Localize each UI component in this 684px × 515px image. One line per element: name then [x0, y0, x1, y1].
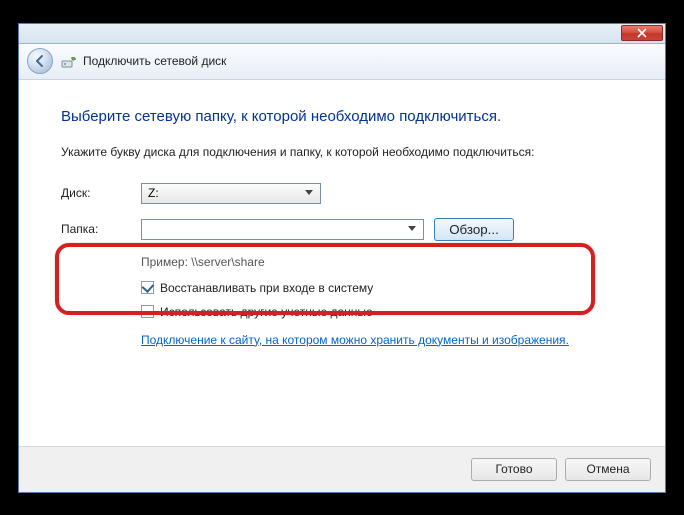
nav-title-group: Подключить сетевой диск — [61, 53, 226, 69]
titlebar — [19, 24, 665, 44]
back-arrow-icon — [33, 54, 47, 68]
drive-value: Z: — [148, 186, 159, 200]
othercreds-row: Использовать другие учетные данные — [141, 305, 623, 319]
nav-title: Подключить сетевой диск — [83, 54, 226, 68]
connect-website-link[interactable]: Подключение к сайту, на котором можно хр… — [141, 333, 566, 347]
othercreds-label: Использовать другие учетные данные — [160, 305, 373, 319]
cancel-button[interactable]: Отмена — [565, 458, 651, 481]
folder-combobox[interactable] — [141, 219, 424, 240]
content-area: Выберите сетевую папку, к которой необхо… — [19, 80, 665, 446]
link-period: . — [566, 333, 569, 347]
instruction-text: Укажите букву диска для подключения и па… — [61, 145, 623, 159]
drive-row: Диск: Z: — [61, 183, 623, 204]
folder-row: Папка: Обзор... — [61, 218, 623, 241]
folder-label: Папка: — [61, 222, 141, 236]
example-text: Пример: \\server\share — [141, 255, 623, 269]
finish-button[interactable]: Готово — [471, 458, 557, 481]
othercreds-checkbox[interactable] — [141, 305, 154, 318]
footer: Готово Отмена — [19, 446, 665, 492]
drive-label: Диск: — [61, 186, 141, 200]
chevron-down-icon — [404, 226, 419, 232]
dialog-window: Подключить сетевой диск Выберите сетевую… — [18, 23, 666, 493]
close-button[interactable] — [621, 25, 663, 41]
reconnect-checkbox[interactable] — [141, 281, 154, 294]
drive-combobox[interactable]: Z: — [141, 183, 321, 204]
chevron-down-icon — [301, 190, 316, 196]
network-drive-icon — [61, 53, 77, 69]
reconnect-label: Восстанавливать при входе в систему — [160, 281, 373, 295]
close-icon — [637, 28, 647, 38]
reconnect-row: Восстанавливать при входе в систему — [141, 281, 623, 295]
browse-button[interactable]: Обзор... — [434, 218, 514, 241]
navbar: Подключить сетевой диск — [19, 44, 665, 80]
link-row: Подключение к сайту, на котором можно хр… — [141, 333, 623, 347]
page-heading: Выберите сетевую папку, к которой необхо… — [61, 108, 623, 125]
back-button[interactable] — [27, 48, 53, 74]
